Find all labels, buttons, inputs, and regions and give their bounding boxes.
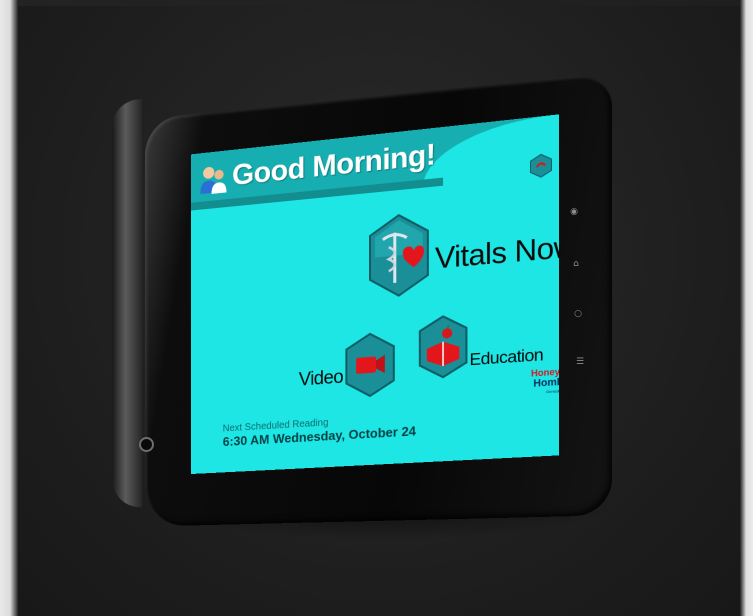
camera-button-icon[interactable]: ◉ — [568, 206, 580, 218]
education-label[interactable]: Education — [470, 345, 544, 370]
education-button[interactable] — [419, 314, 468, 380]
power-button-icon[interactable]: ○ — [572, 308, 584, 320]
people-icon — [200, 166, 227, 195]
headphone-jack — [139, 437, 154, 452]
vitals-now-label[interactable]: Vitals Now — [435, 230, 559, 277]
brand-logo: Honeywell HomMed Genesis Touch™ — [511, 365, 559, 396]
home-button-icon[interactable]: ⌂ — [570, 258, 582, 270]
tablet-screen: Good Morning! Vitals Now Video Education… — [191, 114, 559, 475]
tablet-edge — [112, 99, 142, 509]
menu-button-icon[interactable]: ☰ — [574, 356, 586, 368]
vitals-now-button[interactable] — [369, 211, 429, 299]
video-label[interactable]: Video — [299, 367, 343, 392]
hexagon-logo-icon[interactable] — [529, 152, 552, 179]
video-camera-icon — [356, 356, 376, 375]
video-button[interactable] — [345, 331, 394, 398]
